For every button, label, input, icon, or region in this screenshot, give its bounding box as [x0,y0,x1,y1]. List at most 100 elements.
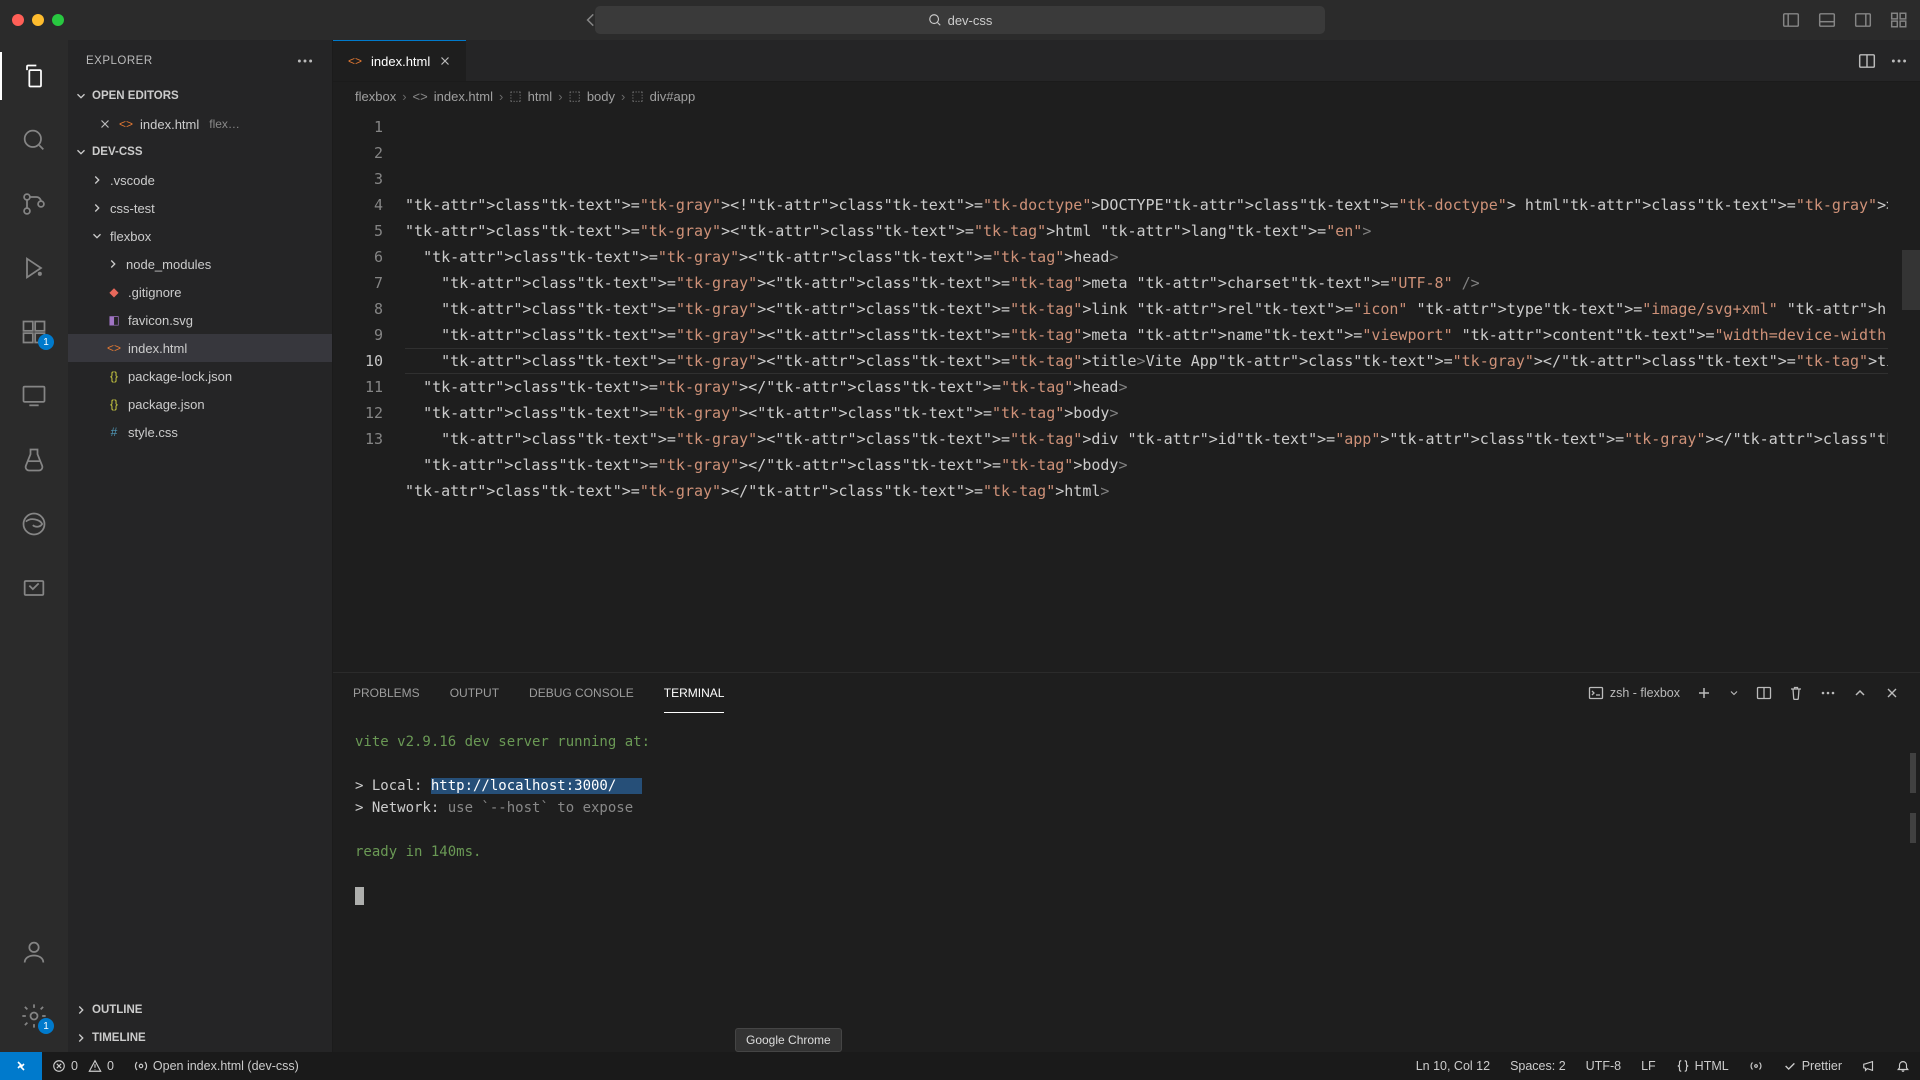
warning-count: 0 [107,1059,114,1073]
panel-tab-problems[interactable]: PROBLEMS [353,673,420,713]
bottom-panel: PROBLEMS OUTPUT DEBUG CONSOLE TERMINAL z… [333,672,1920,1052]
language-label: HTML [1695,1059,1729,1073]
status-language[interactable]: HTML [1666,1052,1739,1080]
close-window-button[interactable] [12,14,24,26]
breadcrumb-segment[interactable]: flexbox [355,89,396,104]
activity-wallaby[interactable] [10,564,58,612]
activity-search[interactable] [10,116,58,164]
terminal-instance-label[interactable]: zsh - flexbox [1588,685,1680,701]
kill-terminal-icon[interactable] [1788,685,1804,701]
file-label: favicon.svg [128,313,193,328]
customize-layout-icon[interactable] [1890,11,1908,29]
toggle-primary-sidebar-icon[interactable] [1782,11,1800,29]
terminal-cursor [355,887,364,905]
terminal-body[interactable]: vite v2.9.16 dev server running at: > Lo… [333,713,1920,1052]
activity-remote-explorer[interactable] [10,372,58,420]
status-open-task[interactable]: Open index.html (dev-css) [124,1052,309,1080]
terminal-local-url[interactable]: http://localhost:3000/ [431,778,616,794]
activity-accounts[interactable] [10,928,58,976]
breadcrumb-segment[interactable]: div#app [650,89,696,104]
status-eol[interactable]: LF [1631,1052,1666,1080]
status-feedback[interactable] [1852,1052,1886,1080]
maximize-window-button[interactable] [52,14,64,26]
folder-node-modules[interactable]: node_modules [68,250,332,278]
file-index-html[interactable]: <> index.html [68,334,332,362]
status-prettier[interactable]: Prettier [1773,1052,1852,1080]
panel-more-icon[interactable] [1820,685,1836,701]
folder-label: css-test [110,201,155,216]
explorer-more-icon[interactable] [296,52,314,70]
breadcrumb-segment[interactable]: html [528,89,553,104]
folder-vscode[interactable]: .vscode [68,166,332,194]
file-package-lock[interactable]: {} package-lock.json [68,362,332,390]
status-warnings[interactable]: 0 [88,1052,124,1080]
status-lncol[interactable]: Ln 10, Col 12 [1406,1052,1500,1080]
code-content[interactable]: "tk-attr">class"tk-text">="tk-gray"><!"t… [405,110,1920,672]
editor-more-icon[interactable] [1890,52,1908,70]
activity-extensions[interactable]: 1 [10,308,58,356]
minimap-slider[interactable] [1902,250,1920,310]
status-errors[interactable]: 0 [42,1052,88,1080]
html-file-icon: <> [413,89,428,104]
line-numbers: 12345678910111213 [333,110,405,672]
panel-tab-terminal[interactable]: TERMINAL [664,673,725,713]
breadcrumb-segment[interactable]: index.html [434,89,493,104]
open-task-label: Open index.html (dev-css) [153,1059,299,1073]
activity-explorer[interactable] [10,52,58,100]
terminal-scrollbar[interactable] [1910,813,1916,843]
open-editor-dir: flex… [209,117,240,131]
open-editor-item[interactable]: <> index.html flex… [68,110,332,138]
status-notifications[interactable] [1886,1052,1920,1080]
terminal-line: > Network: use `--host` to expose [355,797,1898,819]
timeline-section[interactable]: TIMELINE [68,1024,332,1052]
maximize-panel-icon[interactable] [1852,685,1868,701]
close-tab-icon[interactable] [438,54,452,68]
command-center-search[interactable]: dev-css [595,6,1325,34]
terminal-icon [1588,685,1604,701]
file-favicon-svg[interactable]: ◧ favicon.svg [68,306,332,334]
new-terminal-icon[interactable] [1696,685,1712,701]
folder-flexbox[interactable]: flexbox [68,222,332,250]
remote-indicator[interactable] [0,1052,42,1080]
folder-css-test[interactable]: css-test [68,194,332,222]
panel-tab-debug-console[interactable]: DEBUG CONSOLE [529,673,634,713]
tab-index-html[interactable]: <> index.html [333,40,466,81]
file-label: .gitignore [128,285,181,300]
code-editor[interactable]: 12345678910111213 "tk-attr">class"tk-tex… [333,110,1920,672]
status-spaces[interactable]: Spaces: 2 [1500,1052,1576,1080]
terminal-scrollbar[interactable] [1910,753,1916,793]
activity-edge[interactable] [10,500,58,548]
file-package-json[interactable]: {} package.json [68,390,332,418]
split-terminal-icon[interactable] [1756,685,1772,701]
activity-run-debug[interactable] [10,244,58,292]
breadcrumb[interactable]: flexbox › <> index.html › ⬚ html › ⬚ bod… [333,82,1920,110]
chevron-right-icon [74,1003,88,1017]
json-file-icon: {} [106,368,122,384]
minimap[interactable] [1888,110,1920,672]
close-editor-icon[interactable] [98,117,112,131]
activity-source-control[interactable] [10,180,58,228]
search-icon [928,13,942,27]
braces-icon [1676,1059,1690,1073]
panel-tab-output[interactable]: OUTPUT [450,673,499,713]
file-gitignore[interactable]: ◆ .gitignore [68,278,332,306]
toggle-secondary-sidebar-icon[interactable] [1854,11,1872,29]
folder-label: node_modules [126,257,211,272]
error-icon [52,1059,66,1073]
project-section[interactable]: DEV-CSS [68,138,332,166]
breadcrumb-segment[interactable]: body [587,89,615,104]
split-editor-icon[interactable] [1858,52,1876,70]
close-panel-icon[interactable] [1884,685,1900,701]
open-editors-section[interactable]: OPEN EDITORS [68,82,332,110]
toggle-panel-icon[interactable] [1818,11,1836,29]
terminal-dropdown-icon[interactable] [1728,687,1740,699]
outline-section[interactable]: OUTLINE [68,996,332,1024]
terminal-line: > Local: http://localhost:3000/ [355,775,1898,797]
activity-testing[interactable] [10,436,58,484]
file-style-css[interactable]: # style.css [68,418,332,446]
minimize-window-button[interactable] [32,14,44,26]
status-go-live[interactable] [1739,1052,1773,1080]
html-file-icon: <> [106,340,122,356]
status-encoding[interactable]: UTF-8 [1576,1052,1631,1080]
activity-settings[interactable]: 1 [10,992,58,1040]
